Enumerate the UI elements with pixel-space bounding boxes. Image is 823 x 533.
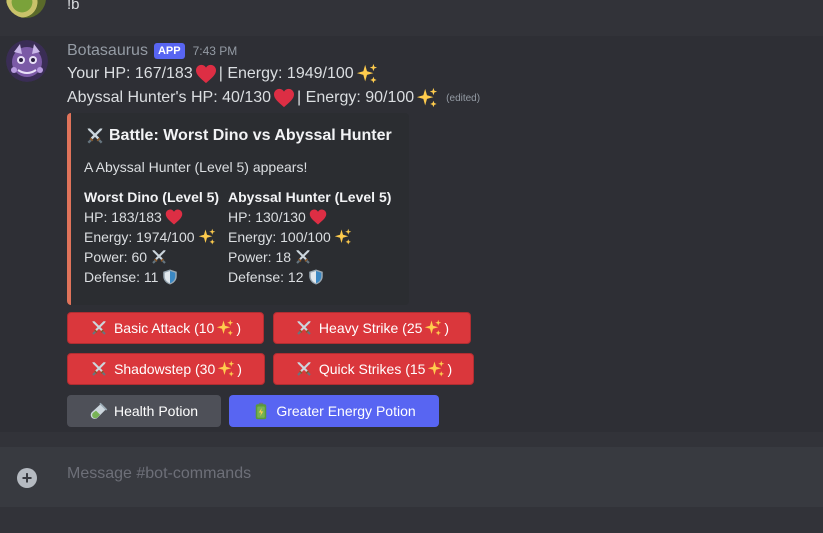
basic-attack-button[interactable]: Basic Attack (10 )	[67, 312, 264, 344]
sparkles-icon	[416, 87, 438, 109]
bot-avatar[interactable]	[6, 40, 48, 82]
battle-embed: Battle: Worst Dino vs Abyssal Hunter A A…	[67, 113, 409, 305]
stat-defense: Defense: 12	[228, 269, 304, 285]
crossed-swords-icon	[90, 360, 108, 378]
button-label-suffix: )	[236, 320, 242, 336]
field-name: Worst Dino (Level 5)	[84, 189, 220, 205]
shield-icon	[307, 268, 325, 286]
embed-description: A Abyssal Hunter (Level 5) appears!	[84, 159, 308, 175]
button-label-suffix: )	[444, 320, 450, 336]
previous-message-text: !b	[67, 0, 80, 13]
enemy-hp-text: Abyssal Hunter's HP: 40/130	[67, 89, 272, 106]
heart-icon	[195, 64, 217, 84]
button-label-suffix: )	[237, 361, 242, 377]
stat-hp: HP: 130/130	[228, 209, 306, 225]
field-name: Abyssal Hunter (Level 5)	[228, 189, 392, 205]
enemy-stats-field: Abyssal Hunter (Level 5) HP: 130/130 Ene…	[228, 187, 391, 287]
sparkles-icon	[427, 360, 445, 378]
button-label: Heavy Strike (25	[318, 320, 423, 336]
shield-icon	[161, 268, 179, 286]
stat-energy: Energy: 100/100	[228, 229, 331, 245]
heart-icon	[309, 208, 327, 226]
bottom-spacer	[0, 507, 823, 533]
button-label: Health Potion	[113, 403, 199, 419]
sparkles-icon	[217, 360, 235, 378]
enemy-status-line: Abyssal Hunter's HP: 40/130 | Energy: 90…	[67, 87, 480, 109]
edited-label: (edited)	[446, 92, 481, 104]
embed-title: Battle: Worst Dino vs Abyssal Hunter	[85, 126, 392, 146]
crossed-swords-icon	[294, 248, 312, 266]
timestamp[interactable]: 7:43 PM	[193, 44, 238, 58]
player-stats-field: Worst Dino (Level 5) HP: 183/183 Energy:…	[84, 187, 219, 287]
heavy-strike-button[interactable]: Heavy Strike (25 )	[273, 312, 471, 344]
crossed-swords-icon	[150, 248, 168, 266]
heart-icon	[165, 208, 183, 226]
battery-icon	[252, 402, 270, 420]
crossed-swords-icon	[295, 360, 313, 378]
quick-strikes-button[interactable]: Quick Strikes (15 )	[273, 353, 474, 385]
heart-icon	[273, 88, 295, 108]
stat-power: Power: 60	[84, 249, 148, 265]
player-energy-text: | Energy: 1949/100	[218, 65, 354, 82]
shadowstep-button[interactable]: Shadowstep (30 )	[67, 353, 265, 385]
embed-title-text: Battle: Worst Dino vs Abyssal Hunter	[109, 127, 392, 144]
avatar[interactable]	[6, 0, 46, 18]
enemy-energy-text: | Energy: 90/100	[297, 89, 415, 106]
test-tube-icon	[90, 402, 108, 420]
crossed-swords-icon	[295, 319, 313, 337]
greater-energy-potion-button[interactable]: Greater Energy Potion	[229, 395, 439, 427]
stat-hp: HP: 183/183	[84, 209, 162, 225]
button-label: Basic Attack (10	[113, 320, 215, 336]
button-label-suffix: )	[447, 361, 453, 377]
author-name[interactable]: Botasaurus	[67, 42, 148, 60]
message-composer[interactable]: + Message #bot-commands	[0, 447, 823, 507]
bot-message: Botasaurus APP 7:43 PM Your HP: 167/183 …	[0, 36, 823, 432]
stat-energy: Energy: 1974/100	[84, 229, 195, 245]
stat-power: Power: 18	[228, 249, 292, 265]
sparkles-icon	[216, 319, 234, 337]
button-label: Shadowstep (30	[114, 361, 216, 377]
sparkles-icon	[198, 228, 216, 246]
sparkles-icon	[334, 228, 352, 246]
message-header: Botasaurus APP 7:43 PM	[67, 41, 237, 61]
app-badge: APP	[153, 43, 185, 59]
sparkles-icon	[424, 319, 442, 337]
crossed-swords-icon	[90, 319, 108, 337]
button-label: Quick Strikes (15	[318, 361, 426, 377]
plus-icon[interactable]: +	[17, 468, 37, 488]
crossed-swords-icon	[85, 126, 105, 146]
sparkles-icon	[356, 63, 378, 85]
message-input[interactable]: Message #bot-commands	[67, 465, 251, 483]
previous-message: !b	[0, 0, 823, 34]
player-status-line: Your HP: 167/183 | Energy: 1949/100	[67, 63, 380, 85]
stat-defense: Defense: 11	[84, 269, 159, 285]
button-label: Greater Energy Potion	[276, 403, 416, 419]
player-hp-text: Your HP: 167/183	[67, 65, 193, 82]
health-potion-button[interactable]: Health Potion	[67, 395, 221, 427]
